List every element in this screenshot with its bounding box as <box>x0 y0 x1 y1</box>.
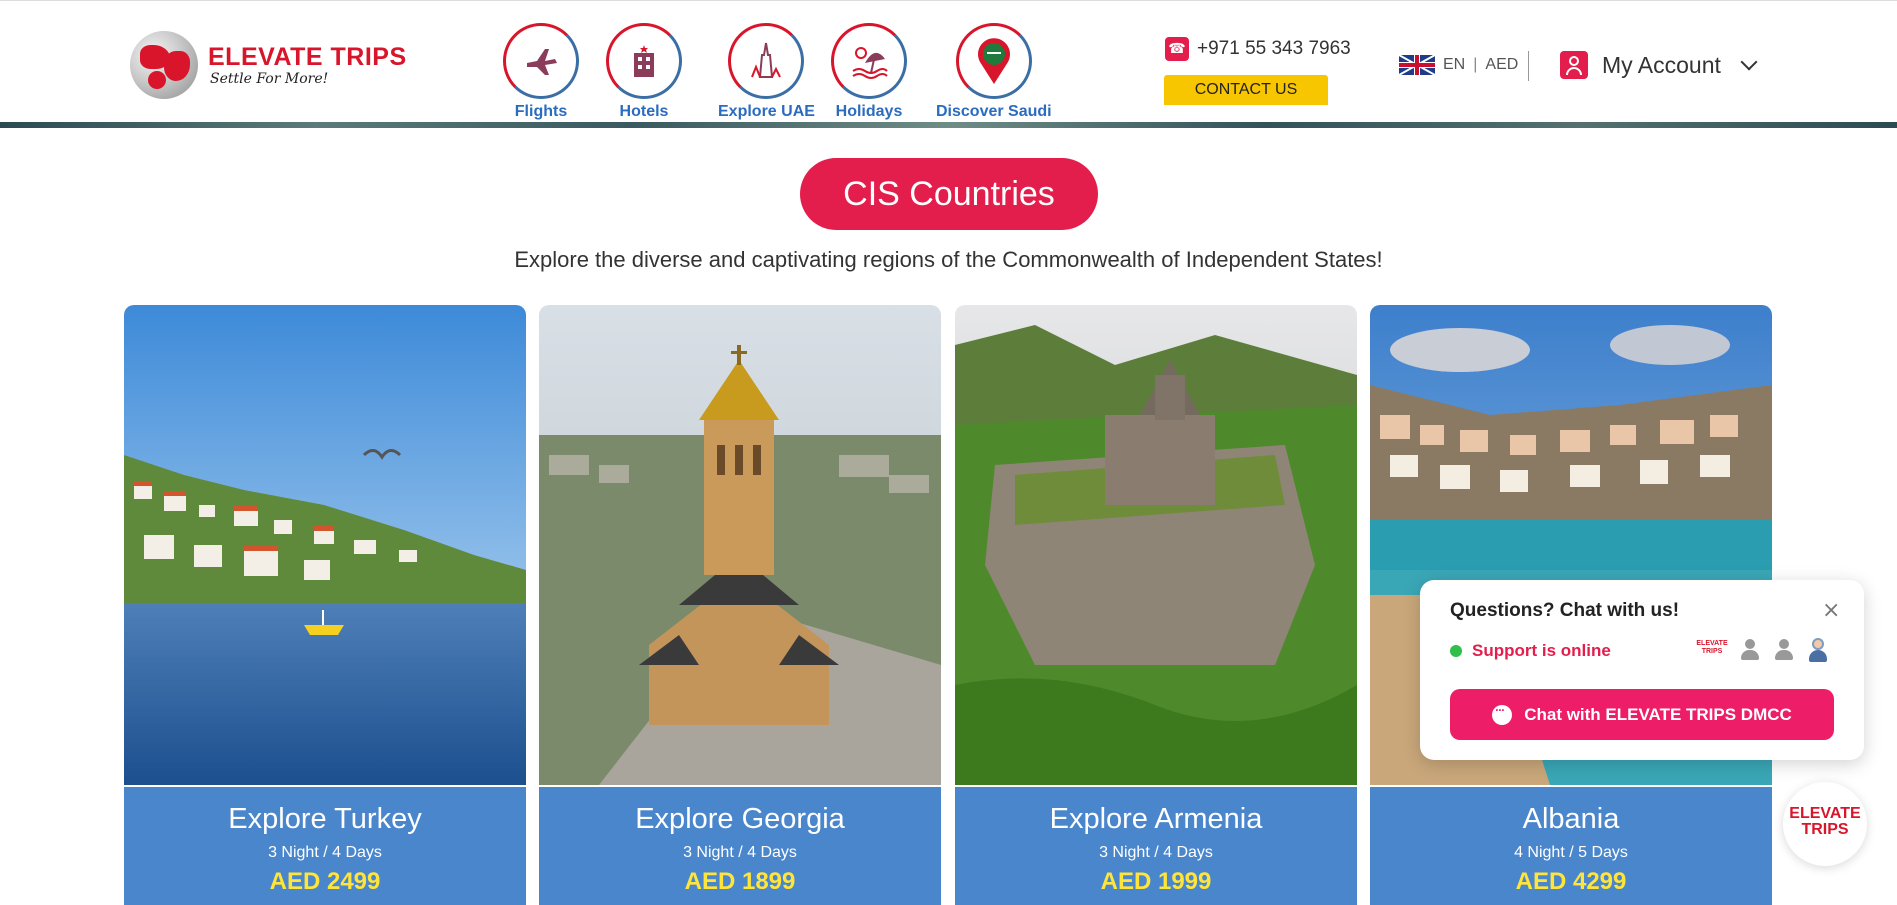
hotel-icon <box>606 23 682 99</box>
card-price: AED 4299 <box>1515 868 1627 895</box>
section-subtitle: Explore the diverse and captivating regi… <box>514 247 1383 272</box>
nav-flights[interactable]: Flights <box>503 23 579 121</box>
site-header: ELEVATE TRIPS Settle For More! Flights H… <box>0 0 1897 122</box>
chat-button-label: Chat with ELEVATE TRIPS DMCC <box>1524 704 1792 724</box>
card-duration: 3 Night / 4 Days <box>1099 844 1213 861</box>
site-logo[interactable]: ELEVATE TRIPS Settle For More! <box>130 31 406 101</box>
nav-label: Holidays <box>835 103 903 120</box>
account-label: My Account <box>1602 51 1721 78</box>
saudi-location-pin-icon <box>955 23 1032 99</box>
card-price: AED 1899 <box>684 868 796 895</box>
burj-khalifa-icon <box>728 23 805 99</box>
card-info: Explore Armenia 3 Night / 4 Days AED 199… <box>955 785 1357 905</box>
card-title: Explore Georgia <box>635 803 845 835</box>
card-title: Explore Turkey <box>228 803 422 835</box>
chat-widget: Questions? Chat with us! × Support is on… <box>1420 580 1864 760</box>
nav-label: Flights <box>514 103 568 120</box>
currency-code: AED <box>1485 56 1519 73</box>
language-code: EN <box>1443 56 1466 73</box>
online-status-icon <box>1450 645 1462 657</box>
package-card-turkey[interactable]: Explore Turkey 3 Night / 4 Days AED 2499 <box>124 305 526 905</box>
agent-avatars: ELEVATE TRIPS <box>1695 636 1831 662</box>
chevron-down-icon <box>1740 53 1758 71</box>
nav-hotels[interactable]: Hotels <box>606 23 682 121</box>
avatar <box>1737 636 1763 662</box>
chat-bubble-icon <box>1492 703 1513 725</box>
logo-tagline: Settle For More! <box>210 71 329 87</box>
phone-contact[interactable]: ☎ +971 55 343 7963 <box>1165 37 1351 61</box>
card-price: AED 1999 <box>1100 868 1212 895</box>
close-icon[interactable]: × <box>1822 598 1840 623</box>
chat-status-label: Support is online <box>1472 641 1611 660</box>
card-info: Albania 4 Night / 5 Days AED 4299 <box>1370 785 1772 905</box>
nav-discover-saudi[interactable]: Discover Saudi <box>936 23 1052 121</box>
section-title: CIS Countries <box>800 158 1098 230</box>
package-card-georgia[interactable]: Explore Georgia 3 Night / 4 Days AED 189… <box>539 305 941 905</box>
turkey-coast-image <box>124 305 526 785</box>
avatar <box>1805 636 1831 662</box>
chat-status: Support is online <box>1450 641 1611 661</box>
armenia-monastery-image <box>955 305 1357 785</box>
globe-logo-icon <box>130 31 198 99</box>
headset-icon: ☎ <box>1165 37 1189 61</box>
card-price: AED 2499 <box>269 868 381 895</box>
airplane-icon <box>503 23 579 99</box>
language-currency-selector[interactable]: EN | AED <box>1399 55 1518 75</box>
phone-number: +971 55 343 7963 <box>1197 38 1351 59</box>
nav-holidays[interactable]: Holidays <box>831 23 907 121</box>
start-chat-button[interactable]: Chat with ELEVATE TRIPS DMCC <box>1450 689 1834 740</box>
contact-us-button[interactable]: CONTACT US <box>1164 75 1328 105</box>
floating-chat-launcher[interactable]: ELEVATE TRIPS <box>1783 782 1867 866</box>
header-banner-strip <box>0 122 1897 128</box>
beach-umbrella-icon <box>831 23 907 99</box>
my-account-menu[interactable]: My Account <box>1560 51 1758 79</box>
card-info: Explore Georgia 3 Night / 4 Days AED 189… <box>539 785 941 905</box>
header-divider <box>1528 51 1529 81</box>
card-duration: 4 Night / 5 Days <box>1514 844 1628 861</box>
card-title: Explore Armenia <box>1049 803 1263 835</box>
nav-label: Explore UAE <box>718 103 815 120</box>
user-icon <box>1560 51 1588 79</box>
georgia-cathedral-image <box>539 305 941 785</box>
nav-label: Discover Saudi <box>936 103 1052 120</box>
card-info: Explore Turkey 3 Night / 4 Days AED 2499 <box>124 785 526 905</box>
card-title: Albania <box>1522 803 1620 835</box>
agent-logo-avatar: ELEVATE TRIPS <box>1696 640 1728 655</box>
nav-label: Hotels <box>619 103 669 120</box>
package-card-armenia[interactable]: Explore Armenia 3 Night / 4 Days AED 199… <box>955 305 1357 905</box>
card-duration: 3 Night / 4 Days <box>268 844 382 861</box>
card-duration: 3 Night / 4 Days <box>683 844 797 861</box>
logo-name: ELEVATE TRIPS <box>208 43 407 71</box>
uk-flag-icon <box>1399 55 1435 75</box>
nav-explore-uae[interactable]: Explore UAE <box>718 23 815 121</box>
chat-title: Questions? Chat with us! <box>1450 600 1680 621</box>
avatar <box>1771 636 1797 662</box>
